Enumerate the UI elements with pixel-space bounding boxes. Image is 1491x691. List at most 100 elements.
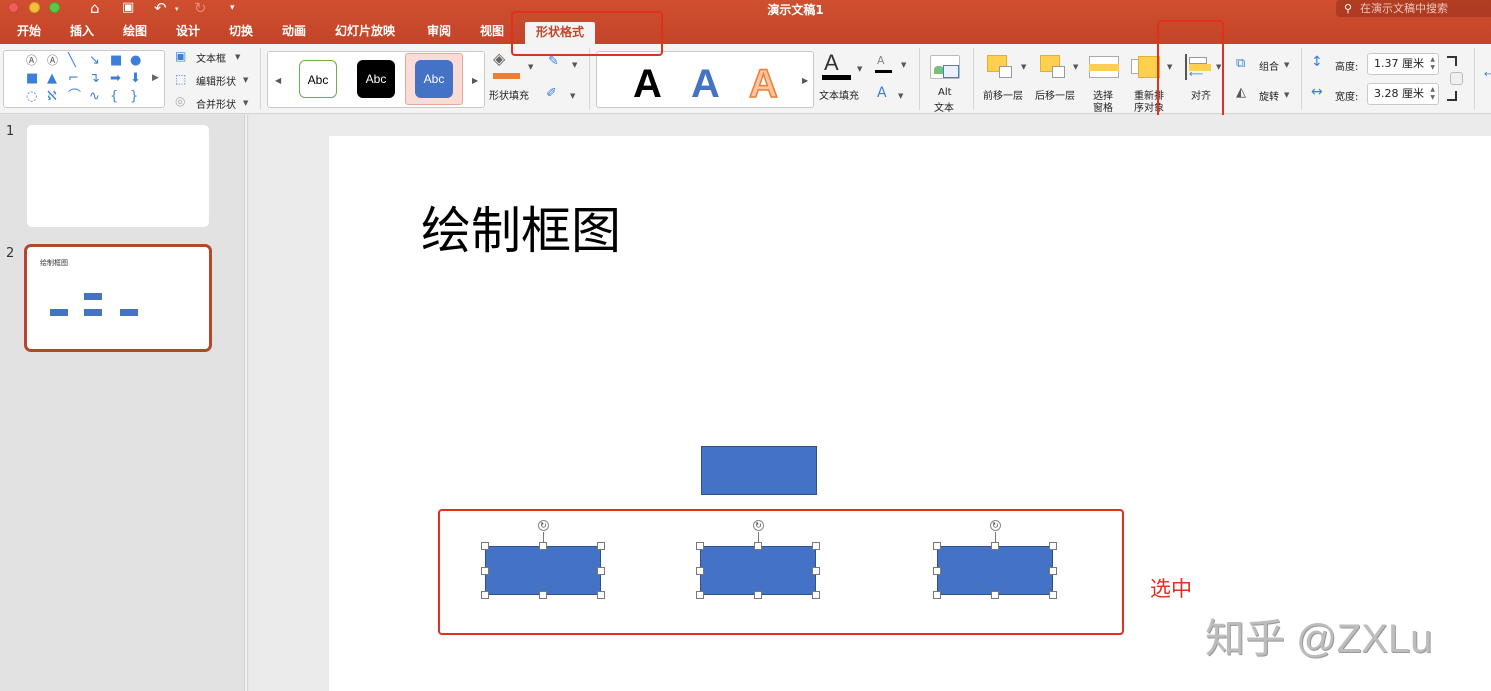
- tab-design[interactable]: 设计: [176, 22, 200, 39]
- chevron-down-icon[interactable]: ▼: [901, 61, 906, 69]
- chevron-down-icon[interactable]: ▼: [1021, 63, 1026, 71]
- triangle-shape-icon[interactable]: ▲: [47, 72, 57, 85]
- text-effects-icon[interactable]: A: [877, 85, 887, 101]
- edit-shape-button[interactable]: 编辑形状: [196, 73, 236, 88]
- gallery-next-icon[interactable]: ▶: [472, 76, 478, 85]
- alt-text-label-2[interactable]: 文本: [934, 99, 954, 114]
- chevron-down-icon[interactable]: ▼: [528, 63, 533, 71]
- shape-style-outline[interactable]: Abc: [299, 60, 337, 98]
- thumbnail-shape: [84, 293, 102, 300]
- tab-insert[interactable]: 插入: [70, 22, 94, 39]
- slide-thumbnail-2[interactable]: 绘制框图: [24, 244, 212, 352]
- textbox-shape-icon[interactable]: Ⓐ: [26, 54, 37, 67]
- wordart-style-black[interactable]: A: [633, 64, 662, 104]
- group-button[interactable]: 组合: [1259, 58, 1279, 73]
- shape-style-black[interactable]: Abc: [357, 60, 395, 98]
- vertical-textbox-shape-icon[interactable]: Ⓐ: [47, 54, 58, 67]
- chevron-down-icon[interactable]: ▼: [572, 61, 577, 69]
- alt-text-label-1[interactable]: Alt: [938, 87, 952, 98]
- zoom-window-button[interactable]: [49, 2, 60, 13]
- chevron-down-icon[interactable]: ▼: [857, 65, 862, 73]
- tab-review[interactable]: 审阅: [427, 22, 451, 39]
- rounded-rectangle-shape-icon[interactable]: ■: [26, 72, 38, 85]
- minimize-window-button[interactable]: [29, 2, 40, 13]
- left-brace-shape-icon[interactable]: {: [110, 90, 118, 103]
- elbow-connector-icon[interactable]: ⌐: [68, 72, 79, 85]
- width-stepper[interactable]: ▲ ▼: [1430, 86, 1435, 102]
- text-fill-button[interactable]: 文本填充: [819, 87, 859, 102]
- width-input[interactable]: 3.28 厘米 ▲ ▼: [1367, 83, 1439, 105]
- tab-transitions[interactable]: 切换: [229, 22, 253, 39]
- merge-shapes-button[interactable]: 合并形状: [196, 96, 236, 111]
- save-icon[interactable]: ▣: [122, 0, 134, 15]
- arc-shape-icon[interactable]: ⌒: [68, 90, 81, 103]
- right-arrow-shape-icon[interactable]: ➡: [110, 72, 121, 85]
- height-input[interactable]: 1.37 厘米 ▲ ▼: [1367, 53, 1439, 75]
- rotate-button[interactable]: 旋转: [1259, 88, 1279, 103]
- thumbnail-shape: [50, 309, 68, 316]
- tab-animations[interactable]: 动画: [282, 22, 306, 39]
- alt-text-icon[interactable]: [930, 55, 960, 79]
- width-label: 宽度:: [1335, 92, 1359, 103]
- chevron-down-icon[interactable]: ▼: [1073, 63, 1078, 71]
- undo-dropdown-icon[interactable]: ▾: [175, 5, 179, 13]
- shape-style-blue[interactable]: Abc: [415, 60, 453, 98]
- undo-icon[interactable]: ↶: [154, 0, 167, 17]
- chevron-down-icon[interactable]: ▼: [1284, 91, 1289, 99]
- scribble-shape-icon[interactable]: ℵ: [47, 90, 57, 103]
- textbox-button[interactable]: 文本框: [196, 50, 226, 65]
- curve-shape-icon[interactable]: ∿: [89, 90, 100, 103]
- arrow-line-shape-icon[interactable]: ↘: [89, 54, 100, 67]
- text-fill-swatch: [822, 75, 851, 80]
- selection-pane-icon[interactable]: [1089, 56, 1119, 78]
- shapes-gallery[interactable]: Ⓐ Ⓐ ╲ ↘ ■ ● ■ ▲ ⌐ ↴ ➡ ⬇ ◌ ℵ ⌒ ∿ { } ▶: [3, 50, 165, 108]
- line-shape-icon[interactable]: ╲: [68, 54, 76, 67]
- shape-outline-icon[interactable]: ✎: [548, 54, 559, 69]
- slides-panel: 1 2 绘制框图: [0, 115, 244, 691]
- home-icon[interactable]: ⌂: [90, 0, 100, 17]
- rectangle-shape-icon[interactable]: ■: [110, 54, 122, 67]
- text-fill-icon[interactable]: A: [824, 50, 839, 76]
- shape-fill-button[interactable]: 形状填充: [489, 87, 529, 102]
- redo-icon[interactable]: ↻: [194, 0, 207, 17]
- chevron-down-icon[interactable]: ▼: [243, 99, 248, 107]
- tab-draw[interactable]: 绘图: [123, 22, 147, 39]
- lock-aspect-ratio-checkbox[interactable]: [1450, 72, 1463, 85]
- slide-thumbnail-1[interactable]: [27, 125, 209, 227]
- chevron-down-icon[interactable]: ▼: [1284, 61, 1289, 69]
- watermark: 知乎 @ZXLu: [1205, 617, 1433, 661]
- selection-pane-label-2[interactable]: 窗格: [1093, 99, 1113, 114]
- rotate-icon: ◭: [1236, 85, 1246, 100]
- gallery-prev-icon[interactable]: ◀: [275, 76, 281, 85]
- send-backward-button[interactable]: 后移一层: [1035, 87, 1075, 102]
- tab-home[interactable]: 开始: [17, 22, 41, 39]
- customize-toolbar-icon[interactable]: ▾: [230, 3, 235, 13]
- freeform-shape-icon[interactable]: ◌: [26, 90, 37, 103]
- wordart-style-blue[interactable]: A: [691, 64, 720, 104]
- chevron-down-icon[interactable]: ▼: [235, 53, 240, 61]
- down-arrow-shape-icon[interactable]: ⬇: [130, 72, 141, 85]
- shape-rectangle-top[interactable]: [701, 446, 817, 495]
- height-stepper[interactable]: ▲ ▼: [1430, 56, 1435, 72]
- slide-title[interactable]: 绘制框图: [421, 201, 621, 261]
- text-outline-icon[interactable]: A: [877, 54, 885, 67]
- more-shapes-icon[interactable]: ▶: [152, 72, 159, 85]
- panel-splitter[interactable]: [244, 115, 248, 691]
- paint-bucket-icon[interactable]: ◈: [493, 49, 505, 68]
- search-input[interactable]: ⚲ 在演示文稿中搜索: [1336, 0, 1491, 17]
- chevron-down-icon[interactable]: ▼: [243, 76, 248, 84]
- chevron-down-icon[interactable]: ▼: [898, 92, 903, 100]
- right-brace-shape-icon[interactable]: }: [130, 90, 138, 103]
- gallery-next-icon[interactable]: ▶: [802, 76, 808, 85]
- chevron-down-icon[interactable]: ▼: [570, 92, 575, 100]
- shape-effects-icon[interactable]: ✐: [546, 86, 557, 101]
- width-icon: ↔: [1311, 84, 1323, 100]
- oval-shape-icon[interactable]: ●: [130, 54, 141, 67]
- close-window-button[interactable]: [8, 2, 19, 13]
- more-ribbon-icon[interactable]: ←: [1484, 69, 1491, 80]
- tab-view[interactable]: 视图: [480, 22, 504, 39]
- bring-forward-button[interactable]: 前移一层: [983, 87, 1023, 102]
- wordart-style-orange-outline[interactable]: A: [748, 63, 778, 105]
- tab-slideshow[interactable]: 幻灯片放映: [335, 22, 395, 39]
- elbow-arrow-connector-icon[interactable]: ↴: [89, 72, 100, 85]
